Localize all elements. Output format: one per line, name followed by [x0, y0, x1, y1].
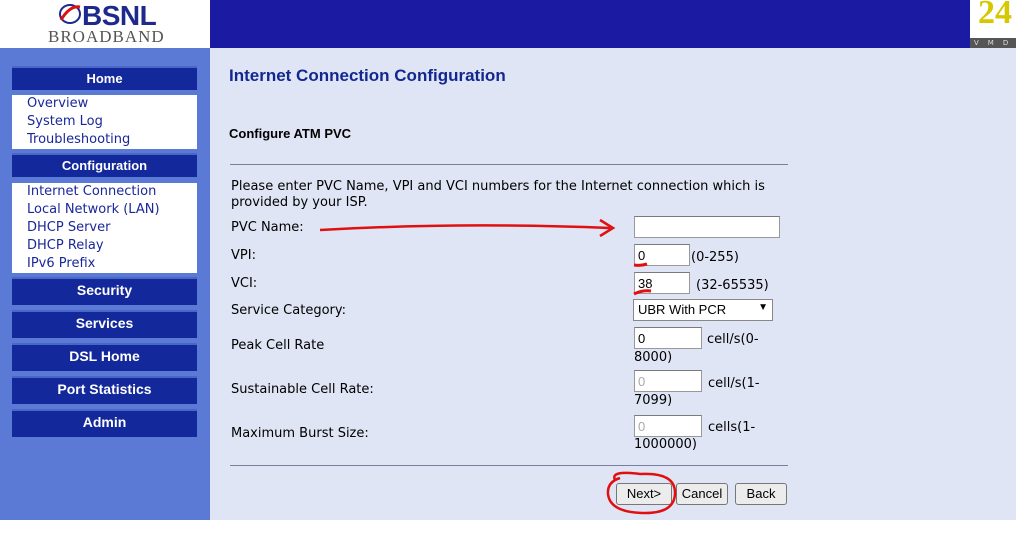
sidebar-item-security[interactable]: Security	[12, 277, 197, 305]
vci-range-hint: (32-65535)	[696, 278, 769, 293]
sidebar-item-internet-connection[interactable]: Internet Connection	[12, 183, 197, 201]
sidebar-header-configuration[interactable]: Configuration	[12, 153, 197, 177]
next-button[interactable]: Next>	[616, 483, 672, 505]
peak-cell-rate-label: Peak Cell Rate	[231, 338, 325, 353]
divider-top	[230, 164, 788, 165]
vpi-range-hint: (0-255)	[691, 250, 739, 265]
main-content: Internet Connection Configuration Config…	[210, 48, 1016, 520]
sidebar-item-dsl-home[interactable]: DSL Home	[12, 343, 197, 371]
sustainable-cell-rate-input[interactable]	[634, 370, 702, 392]
divider-bottom	[230, 465, 788, 466]
vendor-logo: 24 VMD	[970, 0, 1016, 48]
sidebar-item-system-log[interactable]: System Log	[12, 113, 197, 131]
sidebar-home-submenu: Overview System Log Troubleshooting	[12, 95, 197, 149]
vci-input[interactable]	[634, 272, 690, 294]
sidebar-header-home[interactable]: Home	[12, 66, 197, 90]
chevron-down-icon: ▼	[758, 302, 768, 313]
sidebar-item-overview[interactable]: Overview	[12, 95, 197, 113]
section-title: Configure ATM PVC	[229, 126, 352, 141]
back-button[interactable]: Back	[735, 483, 787, 505]
service-category-select[interactable]: UBR With PCR ▼	[633, 299, 773, 321]
sidebar-item-admin[interactable]: Admin	[12, 409, 197, 437]
cancel-button[interactable]: Cancel	[676, 483, 728, 505]
sidebar-item-troubleshooting[interactable]: Troubleshooting	[12, 131, 197, 149]
peak-cell-rate-input[interactable]	[634, 327, 702, 349]
vpi-label: VPI:	[231, 248, 256, 263]
sidebar-item-port-statistics[interactable]: Port Statistics	[12, 376, 197, 404]
max-burst-size-hint-2: 1000000)	[634, 437, 697, 452]
sidebar-configuration-submenu: Internet Connection Local Network (LAN) …	[12, 183, 197, 273]
logo-subtext: BROADBAND	[48, 27, 165, 46]
vpi-input[interactable]	[634, 244, 690, 266]
sustainable-cell-rate-label: Sustainable Cell Rate:	[231, 382, 374, 397]
sidebar: Home Overview System Log Troubleshooting…	[0, 48, 210, 520]
vci-label: VCI:	[231, 276, 258, 291]
page-bottom	[0, 520, 1016, 538]
sidebar-item-services[interactable]: Services	[12, 310, 197, 338]
max-burst-size-input[interactable]	[634, 415, 702, 437]
vendor-mark: 24	[978, 0, 1012, 31]
sidebar-item-dhcp-relay[interactable]: DHCP Relay	[12, 237, 197, 255]
sidebar-item-dhcp-server[interactable]: DHCP Server	[12, 219, 197, 237]
max-burst-size-hint: cells(1-	[708, 420, 756, 435]
instructions-text: Please enter PVC Name, VPI and VCI numbe…	[231, 179, 765, 210]
header-bar	[210, 0, 970, 48]
brand-logo: BSNL BROADBAND	[0, 0, 210, 48]
page-title: Internet Connection Configuration	[229, 66, 506, 85]
bsnl-logo-icon	[59, 4, 81, 24]
vendor-strip: VMD	[970, 38, 1016, 48]
max-burst-size-label: Maximum Burst Size:	[231, 426, 369, 441]
peak-cell-rate-hint: cell/s(0-	[707, 332, 759, 347]
sustainable-cell-rate-hint: cell/s(1-	[708, 376, 760, 391]
sidebar-item-ipv6-prefix[interactable]: IPv6 Prefix	[12, 255, 197, 273]
pvc-name-input[interactable]	[634, 216, 780, 238]
sustainable-cell-rate-hint-2: 7099)	[634, 393, 673, 408]
sidebar-item-local-network[interactable]: Local Network (LAN)	[12, 201, 197, 219]
peak-cell-rate-hint-2: 8000)	[634, 350, 673, 365]
pvc-name-label: PVC Name:	[231, 220, 304, 235]
service-category-label: Service Category:	[231, 303, 346, 318]
service-category-value: UBR With PCR	[638, 302, 727, 317]
